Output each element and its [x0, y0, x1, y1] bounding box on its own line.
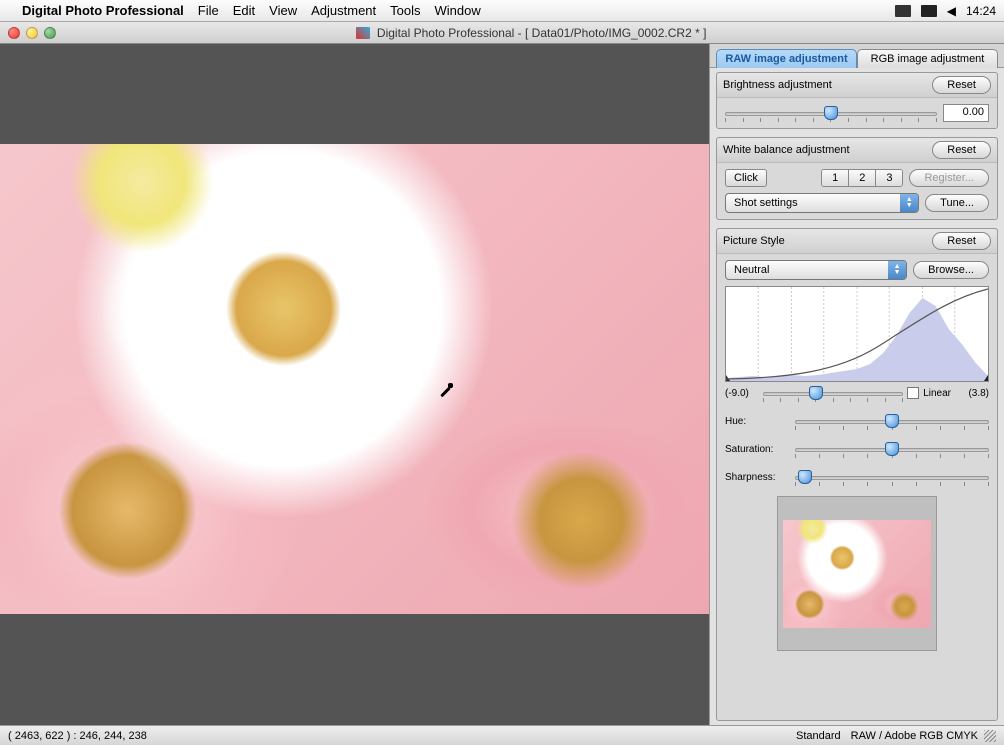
picture-style-label: Picture Style — [723, 235, 932, 247]
dropdown-arrows-icon: ▲▼ — [900, 194, 918, 212]
brightness-reset-button[interactable]: Reset — [932, 76, 991, 94]
image-canvas[interactable] — [0, 44, 709, 725]
wb-click-button[interactable]: Click — [725, 169, 767, 187]
window-title: Digital Photo Professional - [ Data01/Ph… — [66, 26, 996, 40]
brightness-label: Brightness adjustment — [723, 79, 932, 91]
menu-tools[interactable]: Tools — [390, 3, 420, 18]
status-bar: ( 2463, 622 ) : 246, 244, 238 Standard R… — [0, 725, 1004, 745]
sharpness-slider[interactable] — [795, 468, 989, 486]
menu-edit[interactable]: Edit — [233, 3, 255, 18]
tab-raw-adjustment[interactable]: RAW image adjustment — [716, 49, 857, 68]
brightness-slider[interactable] — [725, 104, 937, 122]
saturation-label: Saturation: — [725, 444, 787, 455]
sharpness-label: Sharpness: — [725, 472, 787, 483]
cursor-coordinates: ( 2463, 622 ) : 246, 244, 238 — [8, 730, 147, 742]
brightness-value[interactable]: 0.00 — [943, 104, 989, 122]
app-menu[interactable]: Digital Photo Professional — [22, 3, 184, 18]
resize-grip-icon[interactable] — [984, 730, 996, 742]
wb-preset-2[interactable]: 2 — [849, 170, 876, 186]
window-titlebar[interactable]: Digital Photo Professional - [ Data01/Ph… — [0, 22, 1004, 44]
tone-curve-slider[interactable] — [763, 384, 903, 402]
menu-adjustment[interactable]: Adjustment — [311, 3, 376, 18]
linear-checkbox[interactable] — [907, 387, 919, 399]
hue-label: Hue: — [725, 416, 787, 427]
adjustment-tabs: RAW image adjustment RGB image adjustmen… — [710, 44, 1004, 68]
histogram-range-lo: (-9.0) — [725, 388, 759, 399]
keyboard-status-icon[interactable] — [921, 5, 937, 17]
document-icon — [356, 27, 370, 39]
close-button[interactable] — [8, 27, 20, 39]
eyedropper-cursor-icon — [438, 384, 454, 400]
wb-tune-button[interactable]: Tune... — [925, 194, 989, 212]
picture-style-reset-button[interactable]: Reset — [932, 232, 991, 250]
menu-file[interactable]: File — [198, 3, 219, 18]
wb-preset-3[interactable]: 3 — [876, 170, 902, 186]
wb-reset-button[interactable]: Reset — [932, 141, 991, 159]
minimize-button[interactable] — [26, 27, 38, 39]
hue-slider[interactable] — [795, 412, 989, 430]
adjustment-sidebar: RAW image adjustment RGB image adjustmen… — [709, 44, 1004, 725]
wb-preset-segments: 1 2 3 — [821, 169, 903, 187]
display-status-icon[interactable] — [895, 5, 911, 17]
status-standard: Standard — [796, 730, 841, 742]
system-menubar: Digital Photo Professional File Edit Vie… — [0, 0, 1004, 22]
status-colorspace: RAW / Adobe RGB CMYK — [851, 730, 978, 742]
thumbnail-preview — [777, 496, 937, 651]
thumbnail-image — [783, 520, 931, 628]
brightness-section: Brightness adjustment Reset 0.00 — [716, 72, 998, 129]
histogram-chart — [725, 286, 989, 382]
histogram-range-hi: (3.8) — [955, 388, 989, 399]
white-balance-section: White balance adjustment Reset Click 1 2… — [716, 137, 998, 220]
wb-mode-dropdown[interactable]: Shot settings ▲▼ — [725, 193, 919, 213]
picture-style-dropdown[interactable]: Neutral ▲▼ — [725, 260, 907, 280]
menu-window[interactable]: Window — [435, 3, 481, 18]
zoom-button[interactable] — [44, 27, 56, 39]
volume-icon[interactable]: ◀ — [947, 4, 956, 18]
saturation-slider[interactable] — [795, 440, 989, 458]
wb-register-button[interactable]: Register... — [909, 169, 989, 187]
menubar-clock[interactable]: 14:24 — [966, 4, 996, 18]
menu-view[interactable]: View — [269, 3, 297, 18]
linear-label: Linear — [923, 388, 951, 399]
picture-style-section: Picture Style Reset Neutral ▲▼ Browse... — [716, 228, 998, 721]
picture-style-browse-button[interactable]: Browse... — [913, 261, 989, 279]
preview-image[interactable] — [0, 144, 709, 614]
window-controls — [8, 27, 56, 39]
dropdown-arrows-icon: ▲▼ — [888, 261, 906, 279]
wb-label: White balance adjustment — [723, 144, 932, 156]
tab-rgb-adjustment[interactable]: RGB image adjustment — [857, 49, 998, 68]
wb-preset-1[interactable]: 1 — [822, 170, 849, 186]
